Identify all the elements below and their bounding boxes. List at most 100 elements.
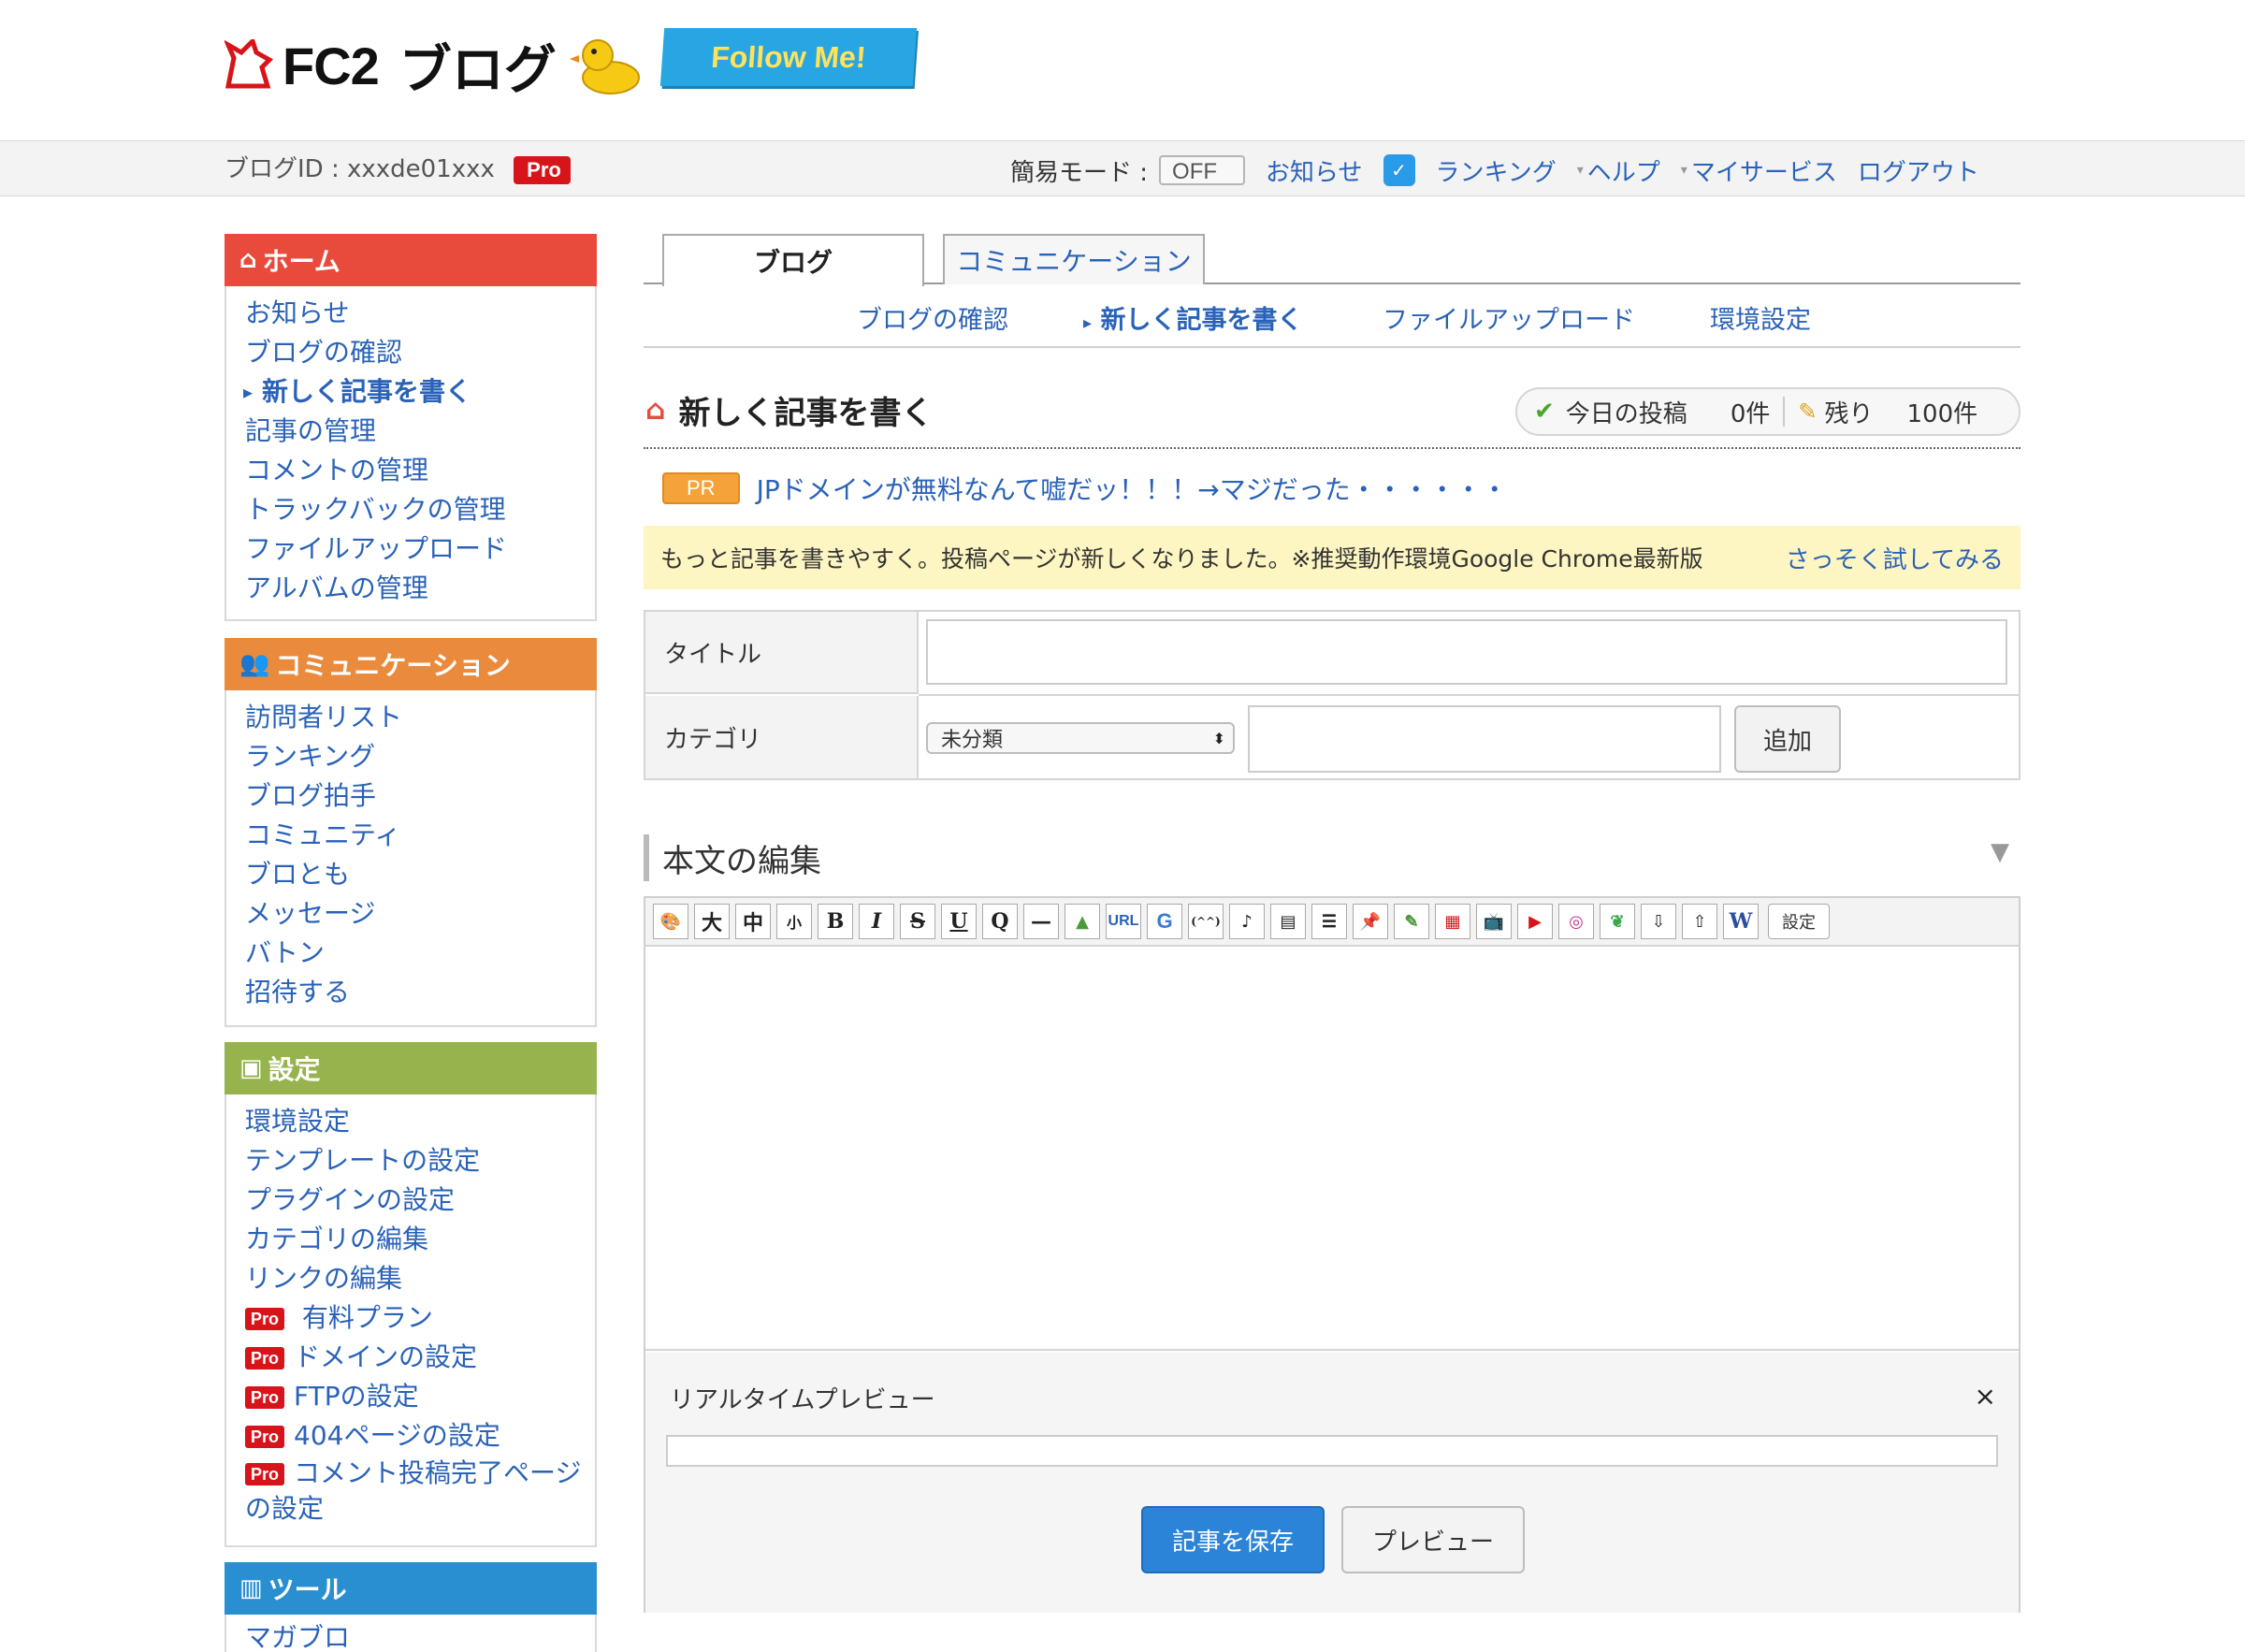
- wikipedia-button[interactable]: W: [1723, 904, 1759, 939]
- pr-link[interactable]: JPドメインが無料なんて嘘だッ！！！→マジだった・・・・・・: [757, 470, 1508, 507]
- title-input[interactable]: [926, 619, 2007, 685]
- strikethrough-button[interactable]: S: [900, 904, 935, 939]
- sidebar-item-community[interactable]: コミュニティ: [245, 816, 595, 855]
- sidebar-item-magablo[interactable]: マガブロ: [245, 1618, 595, 1652]
- stats-today-label: 今日の投稿: [1565, 399, 1687, 428]
- pro-badge: Pro: [245, 1308, 285, 1330]
- new-category-input[interactable]: [1248, 705, 1721, 773]
- tv-icon[interactable]: 📺: [1476, 904, 1512, 939]
- fc2-blog-logo[interactable]: FC2 ブログ: [224, 28, 645, 103]
- image-icon[interactable]: ▲: [1065, 904, 1100, 939]
- nav-logout-link[interactable]: ログアウト: [1858, 153, 1979, 188]
- map-pin-icon[interactable]: 📌: [1353, 904, 1388, 939]
- sidebar-item-plugins[interactable]: プラグインの設定: [245, 1181, 595, 1220]
- subnav-environment[interactable]: 環境設定: [1710, 299, 1811, 336]
- stats-divider: [1783, 397, 1786, 427]
- add-category-button[interactable]: 追加: [1734, 705, 1841, 773]
- sidebar-item-blog-check[interactable]: ブログの確認: [245, 333, 595, 372]
- sidebar-item-manage-trackbacks[interactable]: トラックバックの管理: [245, 490, 595, 529]
- sidebar-item-manage-album[interactable]: アルバムの管理: [245, 569, 595, 608]
- try-new-editor-link[interactable]: さっそく試してみる: [1786, 541, 2004, 575]
- editor-settings-button[interactable]: 設定: [1768, 904, 1830, 939]
- sidebar-item-ranking[interactable]: ランキング: [245, 737, 595, 776]
- collapse-triangle-icon[interactable]: ▼: [1991, 838, 2009, 866]
- simple-mode-toggle[interactable]: OFF: [1159, 155, 1246, 185]
- sidebar-item-comment-complete[interactable]: Pro コメント投稿完了ページ の設定: [245, 1456, 595, 1527]
- sidebar-item-manage-posts[interactable]: 記事の管理: [245, 412, 595, 451]
- music-icon[interactable]: ♪: [1229, 904, 1265, 939]
- emoticon-button[interactable]: (^^): [1188, 904, 1224, 939]
- realtime-preview-panel: リアルタイムプレビュー × 記事を保存 プレビュー: [645, 1353, 2019, 1613]
- pr-banner[interactable]: PR JPドメインが無料なんて嘘だッ！！！→マジだった・・・・・・: [662, 468, 1508, 509]
- stats-remaining-value: 100件: [1906, 399, 1978, 428]
- sidebar-item-paid-plan[interactable]: Pro 有料プラン: [245, 1298, 595, 1338]
- quote-button[interactable]: Q: [982, 904, 1018, 939]
- nav-ranking-link[interactable]: ランキング: [1436, 153, 1557, 188]
- list-icon[interactable]: ☰: [1311, 904, 1347, 939]
- save-post-button[interactable]: 記事を保存: [1141, 1506, 1325, 1573]
- sidebar-item-news[interactable]: お知らせ: [245, 294, 595, 333]
- sidebar-item-environment[interactable]: 環境設定: [245, 1102, 595, 1141]
- google-search-button[interactable]: G: [1147, 904, 1182, 939]
- sidebar-home-header: ⌂ ホーム: [224, 234, 597, 286]
- underline-button[interactable]: U: [941, 904, 977, 939]
- instagram-icon[interactable]: ◎: [1558, 904, 1594, 939]
- nav-news-link[interactable]: お知らせ: [1266, 153, 1362, 188]
- sidebar-settings-panel: 環境設定 テンプレートの設定 プラグインの設定 カテゴリの編集 リンクの編集 P…: [224, 1094, 597, 1547]
- url-link-button[interactable]: URL: [1106, 904, 1141, 939]
- color-palette-icon[interactable]: 🎨: [653, 904, 688, 939]
- tab-blog[interactable]: ブログ: [662, 234, 924, 286]
- editor-toolbar: 🎨 大 中 小 B I S U Q — ▲ URL G (^^) ♪ ▤ ☰ 📌…: [645, 898, 2019, 947]
- tab-communication[interactable]: コミュニケーション: [943, 234, 1205, 284]
- font-small-button[interactable]: 小: [776, 904, 812, 939]
- italic-button[interactable]: I: [859, 904, 894, 939]
- sidebar-item-baton[interactable]: バトン: [245, 934, 595, 973]
- subnav-file-upload[interactable]: ファイルアップロード: [1383, 299, 1635, 336]
- sidebar-item-visitors[interactable]: 訪問者リスト: [245, 698, 595, 737]
- sidebar-item-domain[interactable]: Pro ドメインの設定: [245, 1338, 595, 1377]
- fc2-video-icon[interactable]: ▦: [1435, 904, 1470, 939]
- sidebar-item-blog-clap[interactable]: ブログ拍手: [245, 776, 595, 816]
- sidebar-item-links[interactable]: リンクの編集: [245, 1259, 595, 1298]
- duck-mascot-icon: [569, 39, 640, 94]
- amazon-icon[interactable]: ▤: [1270, 904, 1306, 939]
- blog-id-label: ブログID : xxxde01xxx: [224, 155, 495, 183]
- sidebar-item-categories[interactable]: カテゴリの編集: [245, 1220, 595, 1259]
- help-dropdown[interactable]: ▾ ヘルプ: [1577, 153, 1660, 188]
- arrow-down-icon[interactable]: ⇩: [1641, 904, 1676, 939]
- follow-me-button[interactable]: Follow Me!: [659, 28, 918, 86]
- sidebar-item-template[interactable]: テンプレートの設定: [245, 1141, 595, 1181]
- arrow-up-icon[interactable]: ⇧: [1682, 904, 1717, 939]
- sidebar-item-manage-comments[interactable]: コメントの管理: [245, 451, 595, 490]
- horizontal-rule-button[interactable]: —: [1023, 904, 1059, 939]
- stats-today-value: 0件: [1730, 399, 1771, 428]
- sidebar-item-messages[interactable]: メッセージ: [245, 894, 595, 934]
- evernote-icon[interactable]: ❦: [1600, 904, 1635, 939]
- font-medium-button[interactable]: 中: [735, 904, 771, 939]
- sidebar-item-burotomo[interactable]: ブロとも: [245, 855, 595, 894]
- sidebar-item-404[interactable]: Pro 404ページの設定: [245, 1416, 595, 1456]
- sidebar-item-file-upload[interactable]: ファイルアップロード: [245, 529, 595, 569]
- sidebar-item-paid-plan-label: 有料プラン: [301, 1302, 433, 1333]
- subnav-new-post[interactable]: ▸ 新しく記事を書く: [1083, 299, 1302, 336]
- category-select[interactable]: 未分類 ⬍: [926, 722, 1235, 754]
- bold-button[interactable]: B: [818, 904, 853, 939]
- sidebar-item-new-post[interactable]: 新しく記事を書く: [243, 372, 595, 412]
- sidebar-item-invite[interactable]: 招待する: [245, 973, 595, 1012]
- pen-icon[interactable]: ✎: [1394, 904, 1429, 939]
- category-label: カテゴリ: [645, 696, 919, 778]
- twitter-icon[interactable]: ✓: [1383, 154, 1415, 186]
- home-icon: ⌂: [239, 246, 257, 274]
- chevron-down-icon: ▾: [1680, 163, 1687, 178]
- body-textarea[interactable]: [645, 947, 2019, 1351]
- sidebar-item-ftp[interactable]: Pro FTPの設定: [245, 1377, 595, 1416]
- close-icon[interactable]: ×: [1975, 1381, 1996, 1412]
- youtube-icon[interactable]: ▶: [1517, 904, 1553, 939]
- preview-button[interactable]: プレビュー: [1341, 1506, 1525, 1573]
- sub-nav: ブログの確認 ▸ 新しく記事を書く ファイルアップロード 環境設定: [644, 290, 2020, 348]
- subnav-blog-check[interactable]: ブログの確認: [857, 299, 1008, 336]
- font-large-button[interactable]: 大: [694, 904, 730, 939]
- category-selected-value: 未分類: [941, 729, 1004, 752]
- my-service-dropdown[interactable]: ▾ マイサービス: [1681, 153, 1837, 188]
- body-editor: 🎨 大 中 小 B I S U Q — ▲ URL G (^^) ♪ ▤ ☰ 📌…: [644, 896, 2020, 1613]
